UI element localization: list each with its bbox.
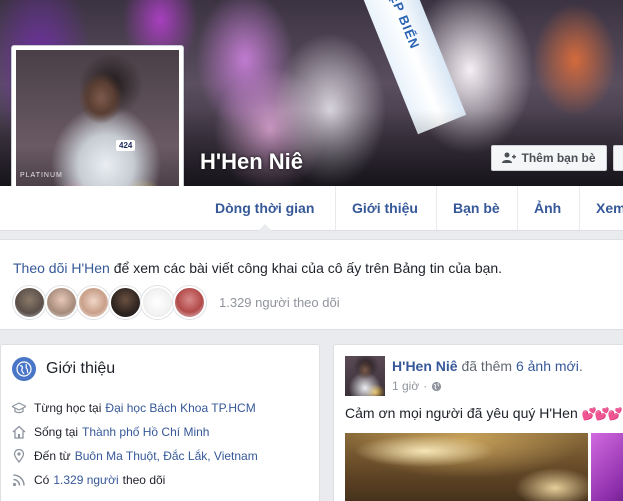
picture-banner-text: PLATINUM: [20, 172, 63, 179]
post-photos-link[interactable]: 6 ảnh mới: [516, 358, 579, 374]
graduation-cap-icon: [12, 401, 26, 415]
post-action-text: đã thêm: [457, 358, 516, 374]
follow-prompt-text: để xem các bài viết công khai của cô ấy …: [109, 260, 503, 276]
intro-title: Giới thiệu: [46, 360, 116, 377]
intro-lives: Sống tại Thành phố Hồ Chí Minh: [12, 425, 209, 439]
profile-tabs: Dòng thời gian Giới thiệu Bạn bè Ảnh Xem: [0, 186, 623, 231]
more-options-button[interactable]: [613, 145, 623, 171]
follow-link[interactable]: Theo dõi H'Hen: [13, 260, 110, 276]
intro-from-link[interactable]: Buôn Ma Thuột, Đắc Lắk, Vietnam: [75, 449, 258, 463]
intro-followers: Có 1.329 người theo dõi: [12, 473, 165, 487]
post-header: H'Hen Niê đã thêm 6 ảnh mới.: [392, 358, 583, 374]
post-meta: 1 giờ ·: [392, 379, 442, 393]
tab-friends[interactable]: Bạn bè: [436, 186, 516, 230]
follower-avatar[interactable]: [141, 286, 174, 319]
picture-badge-number: 424: [116, 140, 136, 151]
intro-header: Giới thiệu: [12, 357, 115, 381]
add-friend-label: Thêm bạn bè: [521, 151, 596, 165]
follower-avatar[interactable]: [77, 286, 110, 319]
intro-from-prefix: Đến từ: [34, 449, 71, 463]
followers-count[interactable]: 1.329 người theo dõi: [219, 295, 340, 310]
tab-photos[interactable]: Ảnh: [517, 186, 577, 230]
tab-more[interactable]: Xem: [579, 186, 623, 230]
follower-avatar[interactable]: [109, 286, 142, 319]
follow-box: Theo dõi H'Hen để xem các bài viết công …: [0, 239, 623, 330]
post-text-content: Cảm ơn mọi người đã yêu quý H'Hen: [345, 405, 578, 421]
hearts-emoji: 💕💕💕: [581, 407, 623, 421]
intro-card: Giới thiệu Từng học tại Đại học Bách Kho…: [0, 344, 320, 501]
follower-avatar[interactable]: [45, 286, 78, 319]
globe-icon: [12, 357, 36, 381]
follow-prompt: Theo dõi H'Hen để xem các bài viết công …: [13, 260, 502, 276]
post-author-avatar[interactable]: [345, 356, 385, 396]
post-timestamp[interactable]: 1 giờ: [392, 379, 419, 393]
intro-followers-suffix: theo dõi: [122, 473, 166, 487]
add-friend-icon: [502, 152, 517, 163]
post-action-dot: .: [578, 358, 583, 374]
intro-lives-link[interactable]: Thành phố Hồ Chí Minh: [82, 425, 209, 439]
intro-education: Từng học tại Đại học Bách Khoa TP.HCM: [12, 401, 256, 415]
post-text: Cảm ơn mọi người đã yêu quý H'Hen 💕💕💕: [345, 405, 623, 421]
privacy-globe-icon[interactable]: [431, 381, 442, 392]
post-meta-separator: ·: [423, 379, 428, 393]
follower-avatar[interactable]: [173, 286, 206, 319]
add-friend-button[interactable]: Thêm bạn bè: [491, 145, 607, 171]
intro-followers-prefix: Có: [34, 473, 50, 487]
active-tab-indicator: [258, 224, 272, 231]
post-author-name[interactable]: H'Hen Niê: [392, 358, 458, 374]
home-icon: [12, 425, 26, 439]
post-card: H'Hen Niê đã thêm 6 ảnh mới. 1 giờ · Cảm…: [333, 344, 623, 501]
intro-education-link[interactable]: Đại học Bách Khoa TP.HCM: [105, 401, 255, 415]
post-photo[interactable]: [591, 433, 623, 501]
intro-education-prefix: Từng học tại: [34, 401, 102, 415]
post-photo[interactable]: [345, 433, 588, 501]
rss-icon: [12, 473, 26, 487]
location-pin-icon: [12, 449, 26, 463]
intro-from: Đến từ Buôn Ma Thuột, Đắc Lắk, Vietnam: [12, 449, 258, 463]
profile-name[interactable]: H'Hen Niê: [200, 149, 303, 175]
intro-lives-prefix: Sống tại: [34, 425, 79, 439]
follower-avatars: 1.329 người theo dõi: [13, 286, 340, 319]
tab-about[interactable]: Giới thiệu: [335, 186, 434, 230]
follower-avatar[interactable]: [13, 286, 46, 319]
intro-followers-link[interactable]: 1.329 người: [53, 473, 118, 487]
